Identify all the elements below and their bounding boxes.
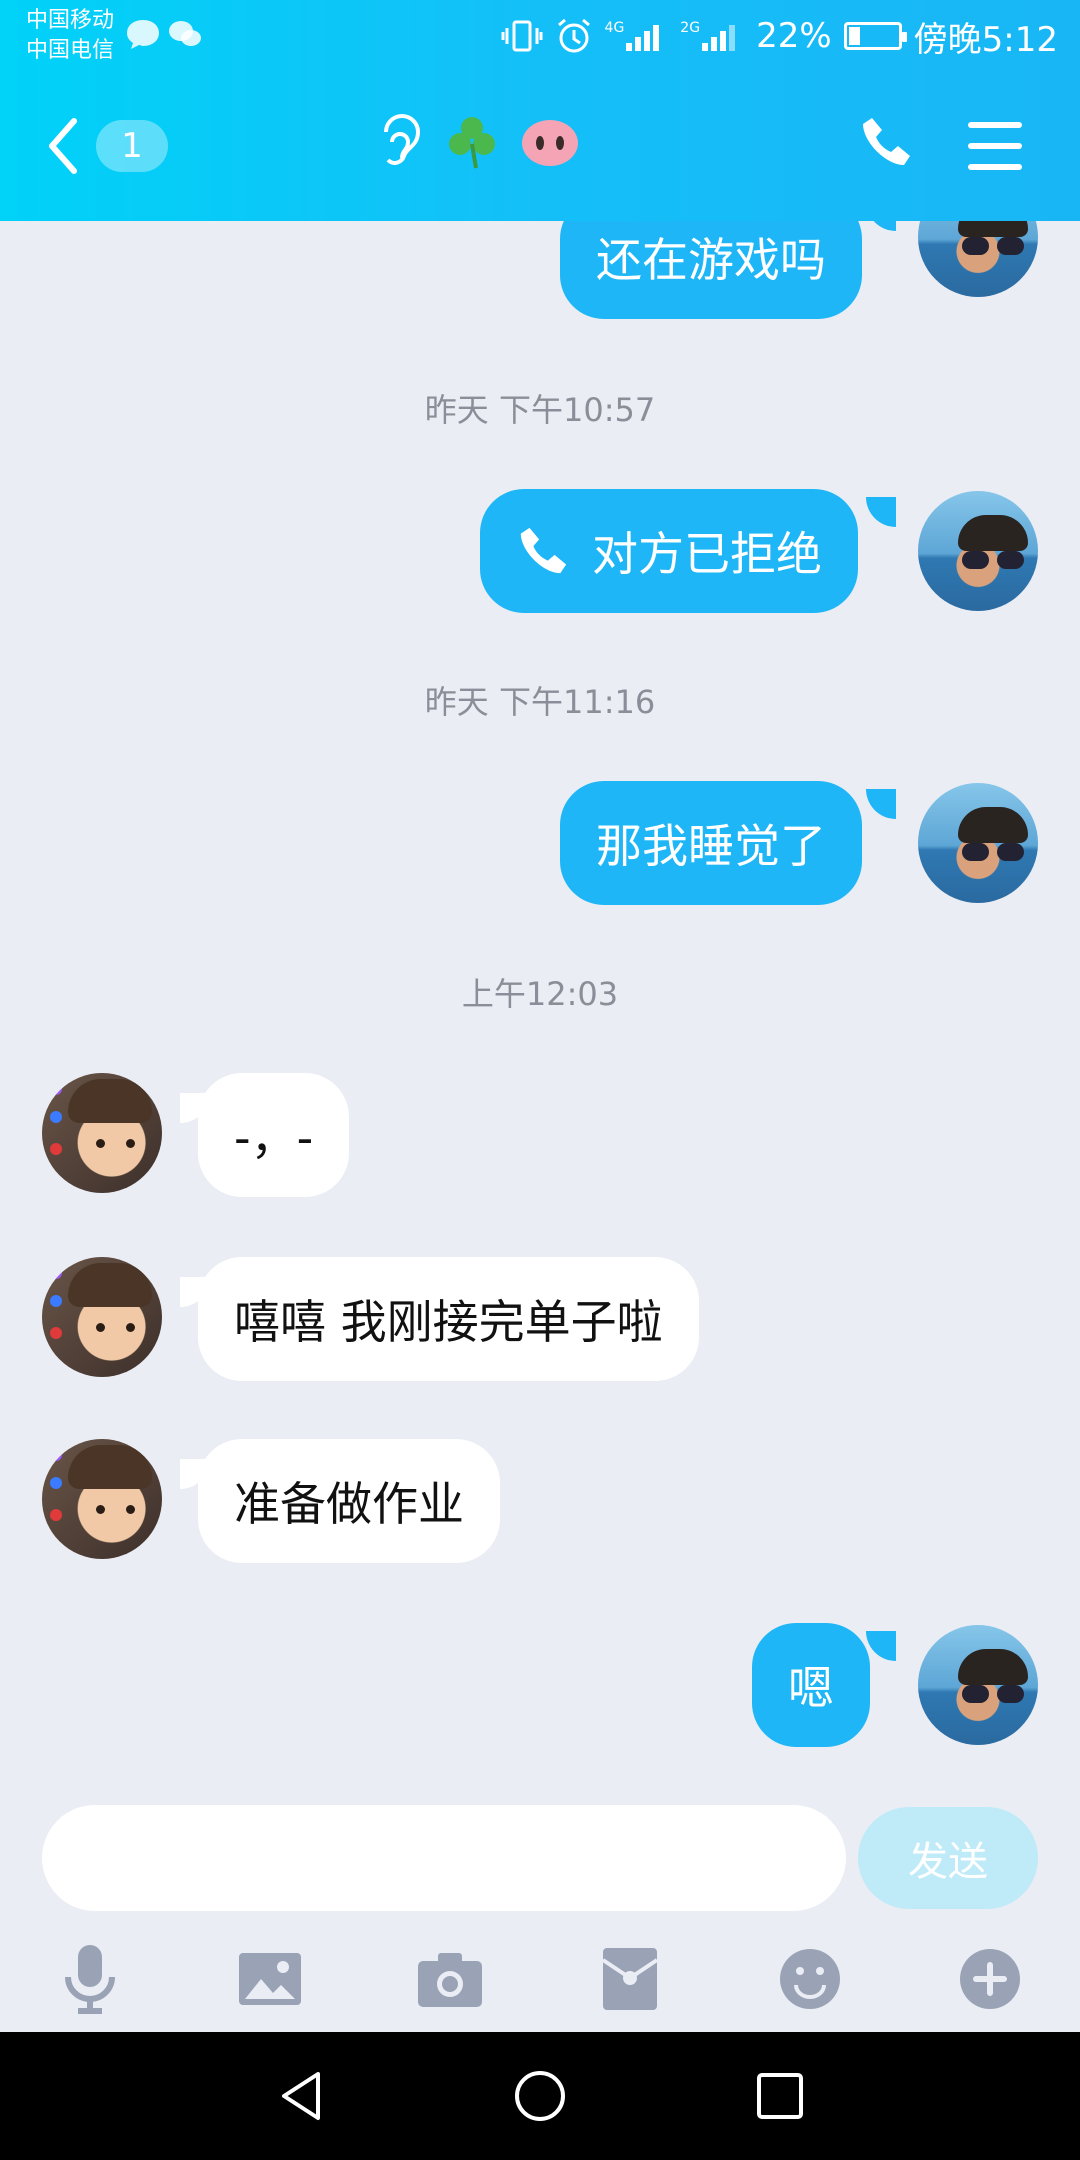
bubble-tail bbox=[866, 497, 896, 527]
nav-home-icon[interactable] bbox=[510, 2066, 570, 2126]
battery-icon bbox=[843, 22, 907, 50]
input-bar: 发送 bbox=[0, 1761, 1080, 2032]
message-bubble-outgoing[interactable]: 对方已拒绝 bbox=[480, 489, 858, 613]
battery-percent: 22% bbox=[756, 16, 832, 56]
avatar-contact[interactable] bbox=[42, 1073, 162, 1193]
message-text: 嘻嘻 我刚接完单子啦 bbox=[234, 1295, 663, 1349]
timestamp: 昨天 下午10:57 bbox=[424, 391, 656, 429]
notification-icons bbox=[125, 18, 203, 50]
ear-icon[interactable] bbox=[380, 114, 424, 172]
message-text: 还在游戏吗 bbox=[596, 233, 826, 287]
voice-call-button[interactable] bbox=[858, 114, 914, 174]
bubble-tail bbox=[866, 1631, 896, 1661]
menu-button[interactable] bbox=[968, 122, 1022, 170]
message-text: -，- bbox=[234, 1111, 314, 1165]
unread-count-badge: 1 bbox=[96, 120, 168, 172]
network-4g-icon: 4G bbox=[605, 21, 669, 51]
message-bubble-incoming[interactable]: 嘻嘻 我刚接完单子啦 bbox=[198, 1257, 699, 1381]
message-text: 嗯 bbox=[788, 1661, 834, 1715]
avatar-me[interactable] bbox=[918, 221, 1038, 297]
message-bubble-outgoing[interactable]: 那我睡觉了 bbox=[560, 781, 862, 905]
carrier-2: 中国电信 bbox=[26, 38, 115, 63]
battery-level bbox=[848, 27, 861, 45]
avatar-me[interactable] bbox=[918, 783, 1038, 903]
bubble-tail bbox=[866, 789, 896, 819]
message-input[interactable] bbox=[42, 1805, 846, 1911]
send-button[interactable]: 发送 bbox=[858, 1807, 1038, 1909]
message-text: 那我睡觉了 bbox=[596, 819, 826, 873]
nav-back-icon[interactable] bbox=[272, 2066, 332, 2126]
back-button[interactable]: 1 bbox=[46, 110, 171, 182]
message-text: 对方已拒绝 bbox=[592, 527, 822, 581]
clock: 傍晚5:12 bbox=[913, 19, 1058, 60]
image-icon[interactable] bbox=[230, 1939, 310, 2019]
phone-icon bbox=[863, 118, 910, 165]
message-bubble-incoming[interactable]: 准备做作业 bbox=[198, 1439, 500, 1563]
camera-icon[interactable] bbox=[410, 1939, 490, 2019]
nav-recents-icon[interactable] bbox=[750, 2066, 810, 2126]
message-text: 准备做作业 bbox=[234, 1477, 464, 1531]
message-bubble-incoming[interactable]: -，- bbox=[198, 1073, 350, 1197]
carrier-labels: 中国移动 中国电信 bbox=[26, 6, 114, 66]
status-bar: 中国移动 中国电信 4G 2G 22% 傍晚5:12 bbox=[0, 0, 1080, 72]
message-bubble-outgoing[interactable]: 嗯 bbox=[752, 1623, 870, 1747]
message-list[interactable]: 还在游戏吗 昨天 下午10:57 对方已拒绝 昨天 下午11:16 那我睡觉了 … bbox=[0, 221, 1080, 1761]
red-packet-icon[interactable] bbox=[590, 1939, 670, 2019]
navbar: 1 bbox=[0, 100, 1080, 200]
pig-nose-icon[interactable] bbox=[520, 118, 580, 168]
mic-icon[interactable] bbox=[50, 1939, 130, 2019]
alarm-icon bbox=[557, 18, 590, 53]
avatar-contact[interactable] bbox=[42, 1257, 162, 1377]
vibrate-icon bbox=[501, 20, 543, 52]
clover-icon[interactable] bbox=[446, 114, 498, 172]
status-right: 4G 2G 22% 傍晚5:12 bbox=[501, 10, 1058, 62]
emoji-icon[interactable] bbox=[770, 1939, 850, 2019]
qq-message-icon bbox=[127, 20, 159, 49]
plus-icon[interactable] bbox=[950, 1939, 1030, 2019]
avatar-me[interactable] bbox=[918, 1625, 1038, 1745]
timestamp: 昨天 下午11:16 bbox=[424, 683, 656, 721]
avatar-contact[interactable] bbox=[42, 1439, 162, 1559]
chevron-left-icon bbox=[49, 118, 77, 174]
bubble-tail bbox=[866, 221, 896, 231]
contact-title-icons bbox=[380, 114, 580, 172]
wechat-icon bbox=[169, 21, 201, 46]
carrier-1: 中国移动 bbox=[26, 8, 115, 33]
network-2g-icon: 2G bbox=[680, 21, 744, 51]
avatar-me[interactable] bbox=[918, 491, 1038, 611]
timestamp: 上午12:03 bbox=[461, 975, 619, 1013]
input-toolbar bbox=[0, 1939, 1080, 2031]
chat-header: 中国移动 中国电信 4G 2G 22% 傍晚5:12 1 bbox=[0, 0, 1080, 221]
message-bubble-outgoing[interactable]: 还在游戏吗 bbox=[560, 221, 862, 319]
phone-icon bbox=[520, 527, 567, 574]
android-nav-bar bbox=[0, 2032, 1080, 2160]
